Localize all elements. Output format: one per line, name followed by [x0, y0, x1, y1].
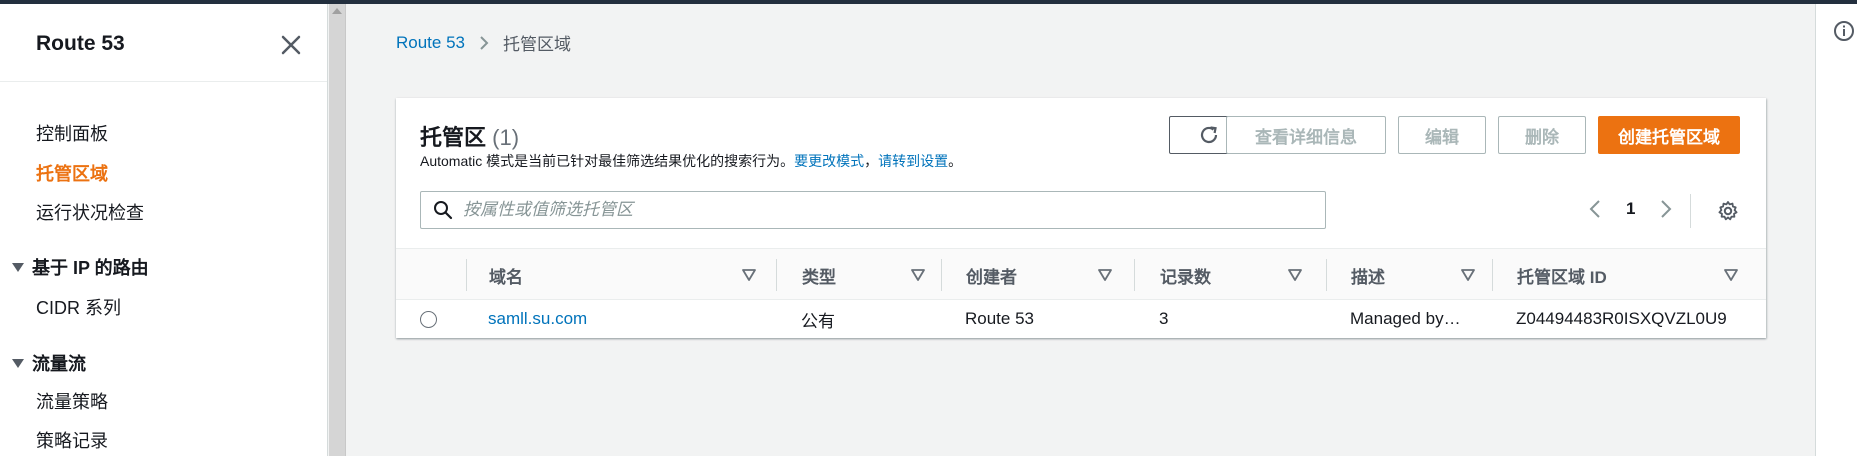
chevron-right-icon	[480, 35, 489, 50]
cell-description: Managed by…	[1350, 309, 1461, 328]
sidebar-header: Route 53	[0, 4, 327, 82]
column-divider	[1492, 259, 1493, 291]
help-panel-strip	[1815, 4, 1857, 456]
sidebar-item-traffic-policies[interactable]: 流量策略	[36, 388, 108, 414]
cell-created-by: Route 53	[965, 309, 1034, 328]
cell-type: 公有	[801, 311, 835, 331]
table-row[interactable]: samll.su.com 公有 Route 53 3 Managed by… Z04494…	[396, 300, 1766, 338]
sidebar-item-health-checks[interactable]: 运行状况检查	[36, 199, 144, 225]
sidebar-section-traffic-flow[interactable]: 流量流	[12, 350, 86, 376]
column-header-description[interactable]: 描述	[1351, 249, 1385, 301]
column-header-type[interactable]: 类型	[802, 249, 836, 301]
breadcrumb: Route 53 托管区域	[396, 30, 571, 55]
description-text: Automatic 模式是当前已针对最佳筛选结果优化的搜索行为。	[420, 153, 795, 169]
prev-page-button[interactable]	[1586, 198, 1604, 220]
gear-icon[interactable]	[1717, 200, 1739, 222]
search-box[interactable]	[420, 191, 1326, 229]
next-page-button[interactable]	[1657, 198, 1675, 220]
close-icon[interactable]	[278, 32, 304, 58]
panel-title-text: 托管区	[420, 125, 487, 150]
panel-title: 托管区 (1)	[420, 120, 519, 152]
search-icon	[434, 201, 453, 220]
caret-down-icon	[12, 262, 24, 272]
caret-down-icon	[12, 358, 24, 368]
sidebar-item-dashboard[interactable]: 控制面板	[36, 120, 108, 146]
sort-down-icon[interactable]	[911, 269, 925, 281]
cell-record-count: 3	[1159, 309, 1169, 328]
sidebar: Route 53 控制面板 托管区域 运行状况检查 基于 IP 的路由 CIDR…	[0, 4, 328, 456]
sort-down-icon[interactable]	[1288, 269, 1302, 281]
scroll-up-arrow-icon[interactable]	[332, 8, 342, 14]
sort-down-icon[interactable]	[1098, 269, 1112, 281]
hosted-zones-panel: 托管区 (1) Automatic 模式是当前已针对最佳筛选结果优化的搜索行为。…	[396, 98, 1766, 338]
breadcrumb-route53-link[interactable]: Route 53	[396, 33, 465, 53]
cell-domain-link[interactable]: samll.su.com	[488, 300, 778, 338]
delete-button[interactable]: 删除	[1498, 116, 1586, 154]
chevron-right-icon	[1661, 200, 1672, 218]
info-icon[interactable]	[1833, 20, 1855, 42]
sort-down-icon[interactable]	[1724, 269, 1738, 281]
scrollbar[interactable]	[329, 4, 346, 456]
column-divider	[941, 259, 942, 291]
sidebar-item-policy-records[interactable]: 策略记录	[36, 427, 108, 453]
row-select-radio[interactable]	[420, 311, 437, 328]
column-divider	[466, 259, 467, 291]
view-details-button[interactable]: 查看详细信息	[1226, 116, 1386, 154]
sidebar-title: Route 53	[36, 32, 125, 55]
sidebar-section-label: 基于 IP 的路由	[32, 258, 149, 278]
panel-count: (1)	[492, 125, 520, 150]
cell-zone-id: Z04494483R0ISXQVZL0U9	[1516, 309, 1727, 328]
sidebar-item-hosted-zones[interactable]: 托管区域	[36, 160, 108, 186]
sidebar-section-label: 流量流	[32, 354, 86, 374]
refresh-icon	[1200, 126, 1217, 144]
chevron-left-icon	[1589, 200, 1600, 218]
column-header-created-by[interactable]: 创建者	[966, 249, 1017, 301]
go-to-settings-link[interactable]: 请转到设置	[878, 153, 948, 169]
edit-button[interactable]: 编辑	[1398, 116, 1486, 154]
create-hosted-zone-button[interactable]: 创建托管区域	[1598, 116, 1740, 154]
sidebar-section-ip-routing[interactable]: 基于 IP 的路由	[12, 254, 149, 280]
pager-divider	[1690, 194, 1691, 228]
column-divider	[776, 259, 777, 291]
search-input[interactable]	[463, 200, 1303, 220]
column-divider	[1326, 259, 1327, 291]
sort-down-icon[interactable]	[1461, 269, 1475, 281]
breadcrumb-current: 托管区域	[503, 35, 571, 54]
pagination: 1	[1586, 198, 1675, 220]
table-header: 域名 类型 创建者 记录数 描述 托管区域 ID	[396, 248, 1766, 300]
column-header-domain[interactable]: 域名	[489, 249, 523, 301]
change-mode-link[interactable]: 要更改模式	[794, 153, 864, 169]
description-separator: ，	[864, 153, 879, 169]
description-end: 。	[948, 153, 963, 169]
column-divider	[1134, 259, 1135, 291]
current-page[interactable]: 1	[1626, 199, 1635, 219]
column-header-zone-id[interactable]: 托管区域 ID	[1517, 249, 1607, 301]
column-header-record-count[interactable]: 记录数	[1160, 249, 1211, 301]
sidebar-item-cidr-collections[interactable]: CIDR 系列	[36, 294, 121, 320]
sort-down-icon[interactable]	[742, 269, 756, 281]
panel-description: Automatic 模式是当前已针对最佳筛选结果优化的搜索行为。要更改模式，请转…	[420, 151, 962, 171]
